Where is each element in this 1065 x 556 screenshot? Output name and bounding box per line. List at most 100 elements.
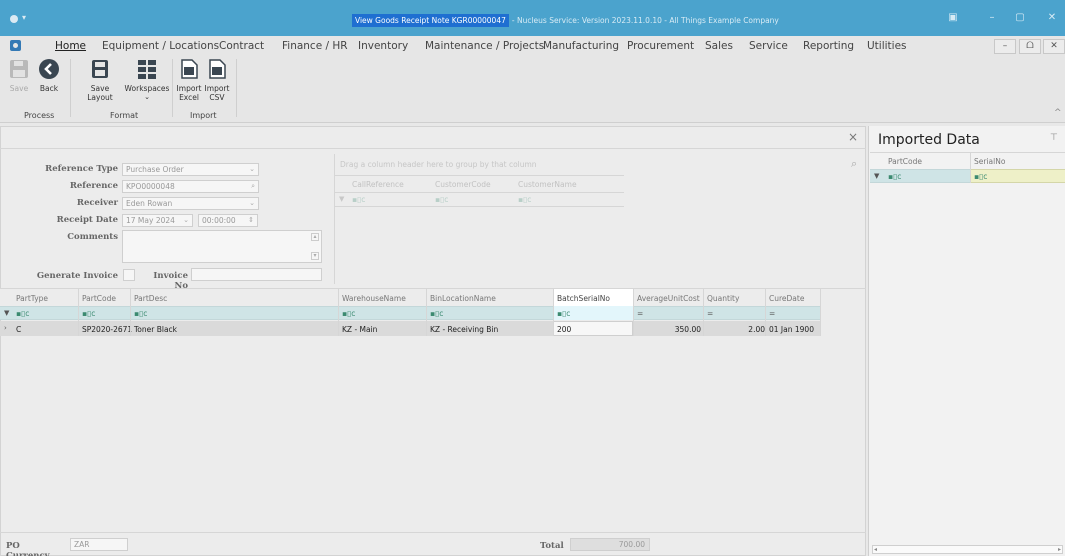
horizontal-scrollbar[interactable]: ◂ ▸ [872, 545, 1063, 554]
cell-batchserialno[interactable]: 200 [557, 325, 571, 334]
filter-icon[interactable]: ▼ [874, 172, 879, 180]
menu-inventory[interactable]: Inventory [358, 40, 408, 52]
filter-cell-partcode[interactable]: ▪▯c [82, 309, 95, 318]
import-csv-button[interactable]: Import CSV [204, 58, 230, 102]
col-header-parttype[interactable]: PartType [16, 294, 48, 303]
receipt-time-field[interactable]: 00:00:00 ⇕ [198, 214, 258, 227]
back-button[interactable]: Back [36, 58, 62, 93]
cell-binlocationname[interactable]: KZ - Receiving Bin [430, 325, 498, 334]
col-header-quantity[interactable]: Quantity [707, 294, 739, 303]
mdi-restore-button[interactable]: ᗝ [1019, 39, 1041, 54]
window-title-sub: - Nucleus Service: Version 2023.11.0.10 … [511, 15, 779, 25]
comments-textarea[interactable]: ▴ ▾ [122, 230, 322, 263]
filter-cell[interactable]: ▪▯c [352, 195, 365, 204]
column-divider [553, 289, 554, 336]
back-arrow-icon [39, 59, 59, 79]
ribbon-separator [70, 59, 71, 117]
filter-cell-averageunitcost[interactable]: = [637, 309, 643, 318]
cell-partcode[interactable]: SP2020-2671 [82, 325, 132, 334]
col-header-partcode[interactable]: PartCode [888, 157, 922, 166]
import-excel-button[interactable]: Import Excel [176, 58, 202, 102]
col-header-partdesc[interactable]: PartDesc [134, 294, 167, 303]
filter-cell-warehousename[interactable]: ▪▯c [342, 309, 355, 318]
menu-finance-hr[interactable]: Finance / HR [282, 40, 348, 52]
menu-utilities[interactable]: Utilities [867, 40, 907, 52]
search-icon[interactable]: ⌕ [851, 157, 857, 171]
cell-curedate[interactable]: 01 Jan 1900 [769, 325, 814, 334]
back-label: Back [39, 84, 59, 93]
minimize-button[interactable]: – [982, 12, 1002, 23]
save-layout-button[interactable]: Save Layout [77, 58, 123, 102]
filter-cell[interactable]: ▪▯c [518, 195, 531, 204]
scroll-right-icon[interactable]: ▸ [1058, 546, 1061, 553]
restore-layout-icon[interactable]: ▣ [943, 12, 963, 23]
imported-data-panel [868, 126, 1065, 556]
spin-icon[interactable]: ⇕ [248, 215, 254, 226]
filter-cell-partcode[interactable]: ▪▯c [888, 172, 901, 181]
maximize-button[interactable]: ▢ [1010, 12, 1030, 23]
menu-reporting[interactable]: Reporting [803, 40, 854, 52]
menu-procurement[interactable]: Procurement [627, 40, 694, 52]
column-divider [820, 289, 821, 336]
col-header-binlocationname[interactable]: BinLocationName [430, 294, 496, 303]
col-header-customername[interactable]: CustomerName [518, 180, 577, 189]
po-currency-label: PO Currency [6, 541, 50, 556]
scroll-down-icon[interactable]: ▾ [311, 252, 319, 260]
menu-manufacturing[interactable]: Manufacturing [543, 40, 619, 52]
receipt-date-picker[interactable]: 17 May 2024 ⌄ [122, 214, 193, 227]
scroll-left-icon[interactable]: ◂ [874, 546, 877, 553]
reference-field[interactable]: KPO0000048 ⌕ [122, 180, 259, 193]
filter-cell-serialno[interactable]: ▪▯c [974, 172, 987, 181]
filter-cell[interactable]: ▪▯c [435, 195, 448, 204]
col-header-customercode[interactable]: CustomerCode [435, 180, 491, 189]
menu-service[interactable]: Service [749, 40, 788, 52]
app-logo-icon[interactable] [10, 15, 18, 23]
filter-cell-partdesc[interactable]: ▪▯c [134, 309, 147, 318]
col-header-warehousename[interactable]: WarehouseName [342, 294, 406, 303]
filter-icon[interactable]: ▼ [4, 309, 9, 317]
col-header-averageunitcost[interactable]: AverageUnitCost [637, 294, 700, 303]
receiver-select[interactable]: Eden Rowan ⌄ [122, 197, 259, 210]
menu-home[interactable]: Home [55, 40, 86, 52]
cell-partdesc[interactable]: Toner Black [134, 325, 177, 334]
cell-warehousename[interactable]: KZ - Main [342, 325, 377, 334]
filter-cell-curedate[interactable]: = [769, 309, 775, 318]
reference-type-select[interactable]: Purchase Order ⌄ [122, 163, 259, 176]
grid-line [334, 192, 624, 193]
menu-sales[interactable]: Sales [705, 40, 733, 52]
filter-cell-quantity[interactable]: = [707, 309, 713, 318]
app-menu-icon[interactable] [10, 40, 21, 51]
cell-parttype[interactable]: C [16, 325, 21, 334]
menu-equipment-locations[interactable]: Equipment / Locations [102, 40, 219, 52]
workspaces-button[interactable]: Workspaces ⌄ [124, 58, 170, 102]
ribbon-separator [236, 59, 237, 117]
menu-maintenance-projects[interactable]: Maintenance / Projects [425, 40, 544, 52]
col-header-batchserialno[interactable]: BatchSerialNo [557, 294, 610, 303]
import-excel-icon [181, 59, 198, 79]
filter-icon[interactable]: ▼ [339, 195, 344, 203]
generate-invoice-checkbox[interactable] [123, 269, 135, 281]
pin-icon[interactable]: ⊤ [1050, 133, 1058, 143]
mdi-close-button[interactable]: ✕ [1043, 39, 1065, 54]
filter-cell-binlocationname[interactable]: ▪▯c [430, 309, 443, 318]
filter-cell-batchserialno[interactable]: ▪▯c [557, 309, 570, 318]
col-header-serialno[interactable]: SerialNo [974, 157, 1005, 166]
invoice-no-field[interactable] [191, 268, 322, 281]
filter-cell-parttype[interactable]: ▪▯c [16, 309, 29, 318]
cell-quantity[interactable]: 2.00 [703, 325, 765, 334]
close-panel-icon[interactable]: × [848, 130, 858, 144]
col-header-partcode[interactable]: PartCode [82, 294, 116, 303]
save-button[interactable]: Save [5, 58, 33, 93]
ribbon-collapse-icon[interactable]: ^ [1054, 108, 1062, 118]
close-window-button[interactable]: ✕ [1042, 12, 1062, 23]
col-header-curedate[interactable]: CureDate [769, 294, 804, 303]
menu-contract[interactable]: Contract [219, 40, 264, 52]
mdi-minimize-button[interactable]: – [994, 39, 1016, 54]
window-title-main: View Goods Receipt Note KGR00000047 [352, 13, 509, 27]
quick-access-dropdown-icon[interactable]: ▾ [22, 13, 26, 22]
calls-grid [334, 154, 866, 284]
scroll-up-icon[interactable]: ▴ [311, 233, 319, 241]
cell-averageunitcost[interactable]: 350.00 [633, 325, 701, 334]
search-icon[interactable]: ⌕ [251, 181, 255, 192]
col-header-callreference[interactable]: CallReference [352, 180, 404, 189]
